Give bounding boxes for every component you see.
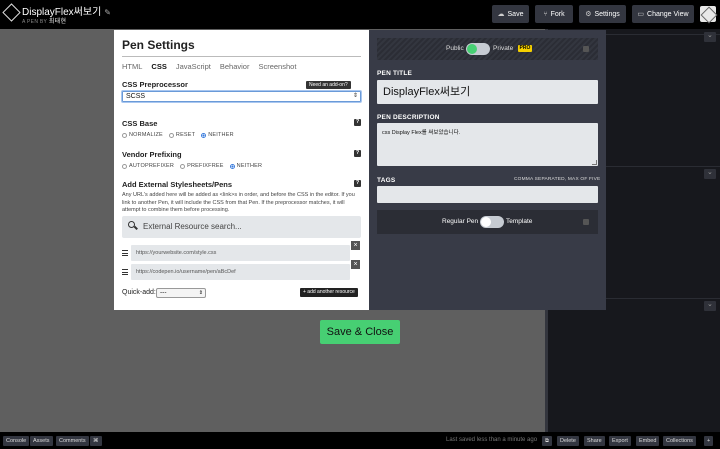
layout-icon: ▭ — [637, 11, 645, 18]
fork-icon: ⑂ — [543, 10, 548, 18]
resource-row: https://codepen.io/username/pen/aBcDef × — [122, 260, 367, 280]
tags-input[interactable] — [377, 186, 598, 203]
pane-collapse-icon[interactable] — [704, 300, 716, 311]
preprocessor-select[interactable]: SCSS ⇕ — [122, 91, 361, 102]
collections-button[interactable]: Collections — [663, 436, 696, 446]
resource-url-input[interactable]: https://yourwebsite.com/style.css — [131, 245, 350, 261]
select-arrows-icon: ⇕ — [198, 290, 203, 296]
radio-prefixfree[interactable] — [180, 163, 186, 169]
external-resource-search[interactable]: External Resource search... — [122, 216, 361, 238]
remove-resource-icon[interactable]: × — [351, 241, 360, 250]
remove-resource-icon[interactable]: × — [351, 260, 360, 269]
radio-autoprefixer[interactable] — [122, 163, 127, 169]
console-button[interactable]: Console — [3, 436, 30, 446]
open-external-icon[interactable]: ⧉ — [542, 436, 552, 446]
radio-neither-prefix[interactable] — [229, 163, 235, 169]
tags-note: COMMA SEPARATED, MAX OF FIVE — [514, 177, 601, 182]
last-saved-status: Last saved less than a minute ago — [446, 437, 538, 443]
gear-icon: ⚙ — [585, 11, 592, 18]
settings-left-column: Pen Settings HTML CSS JavaScript Behavio… — [114, 30, 369, 310]
help-icon[interactable] — [583, 46, 589, 52]
need-addon-button[interactable]: Need an add-on? — [306, 81, 351, 89]
more-icon[interactable]: + — [704, 436, 714, 446]
radio-normalize[interactable] — [122, 132, 127, 138]
help-icon[interactable] — [583, 219, 589, 225]
select-arrows-icon: ⇕ — [352, 93, 358, 99]
resource-row: https://yourwebsite.com/style.css × — [122, 241, 367, 261]
radio-reset[interactable] — [168, 132, 174, 138]
quick-add-label: Quick-add: — [122, 289, 156, 296]
visibility-bar: Public Private PRO — [377, 38, 598, 60]
fork-button[interactable]: ⑂ Fork — [535, 5, 573, 23]
tab-javascript[interactable]: JavaScript — [176, 62, 211, 71]
preprocessor-label: CSS Preprocessor — [122, 80, 188, 89]
assets-button[interactable]: Assets — [30, 436, 53, 446]
template-bar: Regular Pen Template — [377, 210, 598, 234]
css-base-label: CSS Base — [122, 119, 158, 128]
pro-badge: PRO — [518, 45, 532, 52]
pen-settings-modal: Pen Settings HTML CSS JavaScript Behavio… — [114, 30, 606, 310]
search-icon — [128, 221, 135, 228]
title-divider — [122, 56, 361, 57]
pen-byline: A PEN BY 최태현 — [22, 19, 67, 25]
keyboard-shortcuts-icon[interactable]: ⌘ — [90, 436, 102, 446]
change-view-button[interactable]: ▭ Change View — [632, 5, 694, 23]
template-toggle[interactable] — [480, 216, 504, 228]
tags-label: TAGS — [377, 177, 396, 184]
help-icon[interactable]: ? — [354, 119, 361, 126]
privacy-toggle[interactable] — [466, 43, 490, 55]
quick-add-select[interactable]: --- ⇕ — [156, 288, 206, 298]
delete-button[interactable]: Delete — [557, 436, 579, 446]
vendor-prefix-options: AUTOPREFIXER PREFIXFREE NEITHER — [122, 163, 262, 169]
settings-button[interactable]: ⚙ Settings — [579, 5, 626, 23]
cloud-icon: ☁ — [497, 11, 505, 18]
embed-button[interactable]: Embed — [636, 436, 660, 446]
drag-handle-icon[interactable] — [122, 269, 128, 275]
pen-description-label: PEN DESCRIPTION — [377, 114, 440, 121]
pen-details-column: Public Private PRO PEN TITLE DisplayFlex… — [369, 30, 606, 310]
tab-html[interactable]: HTML — [122, 62, 142, 71]
pen-description-textarea[interactable]: css Display Flex를 써보았습니다. — [377, 123, 598, 166]
top-bar: DisplayFlex써보기 ✎ A PEN BY 최태현 ☁ Save ⑂ Fork… — [0, 0, 720, 29]
codepen-logo-icon[interactable] — [2, 3, 21, 22]
save-close-button[interactable]: Save & Close — [320, 320, 400, 344]
modal-title: Pen Settings — [122, 38, 195, 52]
bottom-bar: Console Assets Comments ⌘ Last saved les… — [0, 432, 720, 449]
pane-collapse-icon[interactable] — [704, 31, 716, 42]
radio-neither[interactable] — [201, 132, 207, 138]
help-icon[interactable]: ? — [354, 180, 361, 187]
add-another-resource-button[interactable]: + add another resource — [300, 288, 358, 297]
help-icon[interactable]: ? — [354, 150, 361, 157]
external-description: Any URL's added here will be added as <l… — [122, 192, 355, 213]
resource-url-input[interactable]: https://codepen.io/username/pen/aBcDef — [131, 264, 350, 280]
tab-css[interactable]: CSS — [151, 62, 166, 71]
tab-screenshot[interactable]: Screenshot — [258, 62, 296, 71]
vendor-prefixing-label: Vendor Prefixing — [122, 150, 182, 159]
pen-title-label: PEN TITLE — [377, 70, 413, 77]
user-avatar[interactable] — [700, 6, 716, 22]
settings-tabs: HTML CSS JavaScript Behavior Screenshot — [122, 62, 296, 71]
external-stylesheets-label: Add External Stylesheets/Pens — [122, 180, 233, 189]
share-button[interactable]: Share — [584, 436, 605, 446]
save-button[interactable]: ☁ Save — [492, 5, 529, 23]
comments-button[interactable]: Comments — [56, 436, 89, 446]
pen-title-input[interactable]: DisplayFlex써보기 — [377, 80, 598, 104]
drag-handle-icon[interactable] — [122, 250, 128, 256]
author-name[interactable]: 최태현 — [49, 19, 66, 25]
css-base-options: NORMALIZE RESET NEITHER — [122, 132, 234, 138]
export-button[interactable]: Export — [609, 436, 631, 446]
pane-collapse-icon[interactable] — [704, 168, 716, 179]
pencil-icon[interactable]: ✎ — [104, 8, 111, 17]
tab-behavior[interactable]: Behavior — [220, 62, 250, 71]
